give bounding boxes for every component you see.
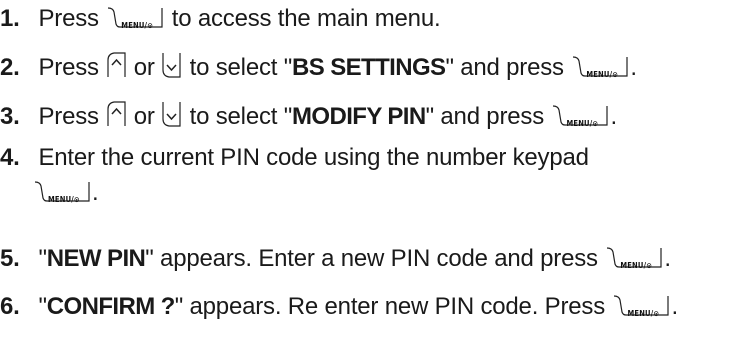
step-text: " <box>32 245 47 272</box>
menu-key-icon: MENU/⊙ <box>34 180 90 204</box>
step-number: 6. <box>0 293 20 320</box>
step-text: or <box>127 103 162 130</box>
step-continuation: MENU/⊙. <box>32 178 99 208</box>
menu-item-keyword: MODIFY PIN <box>292 103 426 130</box>
step-number: 1. <box>0 5 20 32</box>
up-arrow-key-icon <box>107 101 126 126</box>
step-3: 3. Press or to select "MODIFY PIN" and p… <box>0 101 617 132</box>
step-text: to access the main menu. <box>165 5 441 32</box>
step-text: " and press <box>445 54 571 81</box>
step-4: 4. Enter the current PIN code using the … <box>0 143 589 173</box>
step-text: to select " <box>183 103 293 130</box>
menu-key-icon: MENU/⊙ <box>572 55 628 79</box>
step-text: Press <box>32 54 106 81</box>
step-text: . <box>671 293 678 320</box>
down-arrow-key-icon <box>162 53 181 78</box>
menu-item-keyword: BS SETTINGS <box>292 54 446 81</box>
menu-key-icon: MENU/⊙ <box>107 6 163 30</box>
step-text: . <box>664 245 671 272</box>
step-text: to select " <box>183 54 293 81</box>
menu-key-icon: MENU/⊙ <box>613 294 670 318</box>
step-text: . <box>92 179 99 206</box>
step-number: 2. <box>0 54 20 81</box>
step-number: 5. <box>0 245 20 272</box>
step-text: " appears. Re enter new PIN code. Press <box>174 293 612 320</box>
step-text: or <box>127 54 162 81</box>
step-1: 1. Press MENU/⊙ to access the main menu. <box>0 4 441 34</box>
step-text: . <box>610 103 617 130</box>
step-text: Enter the current PIN code using the num… <box>32 144 589 171</box>
step-text: " <box>32 293 47 320</box>
menu-key-icon: MENU/⊙ <box>606 246 662 270</box>
step-5: 5. "NEW PIN" appears. Enter a new PIN co… <box>0 244 671 274</box>
instruction-steps: 1. Press MENU/⊙ to access the main menu.… <box>0 0 749 339</box>
step-text: Press <box>32 103 106 130</box>
step-2: 2. Press or to select "BS SETTINGS" and … <box>0 52 637 83</box>
step-text: " and press <box>425 103 551 130</box>
step-text: " appears. Enter a new PIN code and pres… <box>145 245 605 272</box>
prompt-keyword: NEW PIN <box>46 245 146 272</box>
step-text: Press <box>32 5 106 32</box>
prompt-keyword: CONFIRM ? <box>46 293 176 320</box>
menu-key-icon: MENU/⊙ <box>552 104 609 128</box>
down-arrow-key-icon <box>162 102 181 127</box>
step-number: 4. <box>0 144 20 171</box>
up-arrow-key-icon <box>107 52 126 77</box>
step-6: 6. "CONFIRM ?" appears. Re enter new PIN… <box>0 292 678 322</box>
step-number: 3. <box>0 103 20 130</box>
step-text: . <box>630 54 637 81</box>
